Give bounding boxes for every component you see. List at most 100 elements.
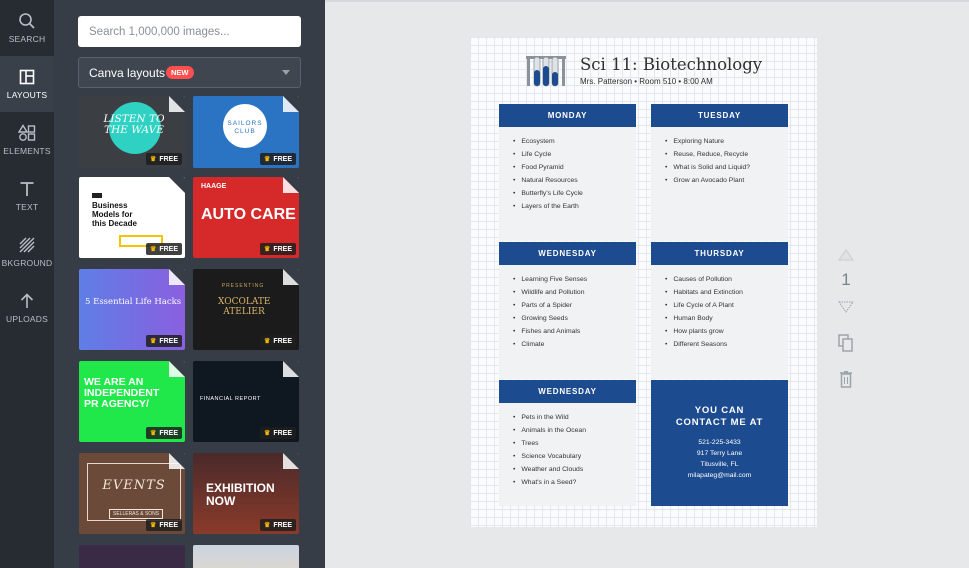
rail-background[interactable]: BKGROUND (0, 224, 54, 280)
list-item: Trees (513, 437, 636, 450)
rail-layouts[interactable]: LAYOUTS (0, 56, 54, 112)
search-icon (19, 13, 35, 29)
list-item: Butterfly's Life Cycle (513, 187, 636, 200)
layouts-panel: Canva layouts NEW LISTEN TO THE WAVE ♛FR… (54, 0, 325, 568)
template-thumbnail[interactable]: Business Models for this Decade ♛ FREE (79, 177, 185, 258)
list-item: Learning Five Senses (513, 273, 636, 286)
template-title: EVENTS (102, 478, 166, 493)
list-item: Habitats and Extinction (665, 286, 788, 299)
list-item: Pets in the Wild (513, 411, 636, 424)
template-title: Business Models for this Decade (92, 201, 137, 229)
contact-card[interactable]: YOU CAN CONTACT ME AT 521-225-3433 917 T… (651, 380, 788, 506)
rail-search[interactable]: SEARCH (0, 0, 54, 56)
move-page-up-icon[interactable] (835, 248, 857, 262)
template-title: AUTO CARE (201, 206, 296, 223)
list-item: Reuse, Reduce, Recycle (665, 148, 788, 161)
page-number: 1 (841, 270, 851, 289)
rail-elements[interactable]: ELEMENTS (0, 112, 54, 168)
elements-icon (18, 124, 36, 141)
template-thumbnail[interactable]: PRESENTING XOCOLATE ATELIER ♛ FREE (193, 269, 299, 350)
list-item: Food Pyramid (513, 161, 636, 174)
free-badge: ♛ FREE (146, 519, 182, 531)
template-thumbnail[interactable]: LISTEN TO THE WAVE ♛ FREE (79, 96, 185, 168)
template-thumbnail[interactable]: WE ARE AN INDEPENDENT PR AGENCY/ ♛ FREE (79, 361, 185, 442)
list-item: Causes of Pollution (665, 273, 788, 286)
contact-heading: YOU CAN (694, 405, 745, 416)
template-thumbnail[interactable]: 5 Essential Life Hacks ♛ FREE (79, 269, 185, 350)
crown-icon: ♛ (264, 522, 271, 529)
background-icon (19, 237, 35, 253)
list-item: Human Body (665, 312, 788, 325)
template-subtitle: SELLERAS & SONS (109, 509, 164, 519)
template-title: SAILORS (227, 120, 263, 127)
template-thumbnail[interactable]: EXHIBITION NOW ♛ FREE (193, 453, 299, 534)
template-thumbnail[interactable]: FINANCIAL REPORT ♛ FREE (193, 361, 299, 442)
list-item: Wildlife and Pollution (513, 286, 636, 299)
template-thumbnail[interactable]: HAAGE AUTO CARE ♛ FREE (193, 177, 299, 258)
template-thumbnail[interactable] (79, 545, 185, 568)
day-header: THURSDAY (651, 242, 788, 265)
duplicate-page-icon[interactable] (835, 334, 857, 352)
template-kicker: PRESENTING (221, 283, 265, 289)
design-canvas: Sci 11: Biotechnology Mrs. Patterson • R… (325, 0, 969, 568)
list-item: What's in a Seed? (513, 476, 636, 489)
day-header: WEDNESDAY (499, 242, 636, 265)
rail-background-label: BKGROUND (1, 258, 53, 268)
day-card-monday[interactable]: MONDAY Ecosystem Life Cycle Food Pyramid… (499, 104, 636, 241)
document-title[interactable]: Sci 11: Biotechnology (580, 55, 762, 74)
template-brand: HAAGE (201, 183, 227, 190)
document-subtitle[interactable]: Mrs. Patterson • Room 510 • 8:00 AM (580, 77, 713, 86)
list-item: Natural Resources (513, 174, 636, 187)
test-tubes-icon (526, 56, 566, 87)
day-card-tuesday[interactable]: TUESDAY Exploring Nature Reuse, Reduce, … (651, 104, 788, 241)
rail-search-label: SEARCH (8, 34, 46, 44)
layouts-dropdown[interactable]: Canva layouts NEW (78, 57, 301, 88)
design-page[interactable]: Sci 11: Biotechnology Mrs. Patterson • R… (470, 37, 817, 527)
list-item: Climate (513, 338, 636, 351)
list-item: Different Seasons (665, 338, 788, 351)
template-title: FINANCIAL REPORT (200, 396, 261, 402)
day-card-wednesday[interactable]: WEDNESDAY Learning Five Senses Wildlife … (499, 242, 636, 379)
image-search-input[interactable] (78, 16, 301, 47)
list-item: Grow an Avocado Plant (665, 174, 788, 187)
list-item: Science Vocabulary (513, 450, 636, 463)
rail-uploads[interactable]: UPLOADS (0, 280, 54, 336)
contact-phone: 521-225-3433 (698, 439, 741, 446)
template-thumbnail[interactable] (193, 545, 299, 568)
move-page-down-icon[interactable] (835, 300, 857, 314)
trash-icon[interactable] (835, 370, 857, 388)
day-card-wednesday-2[interactable]: WEDNESDAY Pets in the Wild Animals in th… (499, 380, 636, 506)
template-thumbnail[interactable]: EVENTS SELLERAS & SONS ♛ FREE (79, 453, 185, 534)
free-badge: ♛ FREE (146, 153, 182, 165)
list-item: Life Cycle (513, 148, 636, 161)
free-badge: ♛ FREE (260, 243, 296, 255)
crown-icon: ♛ (264, 430, 271, 437)
contact-street: 917 Terry Lane (696, 450, 743, 457)
chevron-down-icon (282, 70, 290, 75)
list-item: Fishes and Animals (513, 325, 636, 338)
list-item: Parts of a Spider (513, 299, 636, 312)
day-header: TUESDAY (651, 104, 788, 127)
crown-icon: ♛ (150, 430, 157, 437)
new-badge: NEW (166, 66, 194, 79)
crown-icon: ♛ (264, 246, 271, 253)
list-item: How plants grow (665, 325, 788, 338)
list-item: What is Solid and Liquid? (665, 161, 788, 174)
rail-text-label: TEXT (15, 202, 39, 212)
contact-city: Titusville, FL (700, 461, 739, 468)
free-badge: ♛ FREE (146, 427, 182, 439)
day-header: WEDNESDAY (499, 380, 636, 403)
uploads-icon (20, 293, 34, 308)
template-thumbnail[interactable]: SAILORS CLUB ♛ FREE (193, 96, 299, 168)
day-header: MONDAY (499, 104, 636, 127)
list-item: Animals in the Ocean (513, 424, 636, 437)
rail-text[interactable]: TEXT (0, 168, 54, 224)
list-item: Layers of the Earth (513, 200, 636, 213)
free-badge: ♛ FREE (146, 243, 182, 255)
day-card-thursday[interactable]: THURSDAY Causes of Pollution Habitats an… (651, 242, 788, 379)
list-item: Life Cycle of A Plant (665, 299, 788, 312)
template-title: 5 Essential Life Hacks (85, 297, 182, 307)
free-badge: ♛ FREE (260, 335, 296, 347)
crown-icon: ♛ (264, 338, 271, 345)
template-title: EXHIBITION NOW (206, 481, 275, 508)
